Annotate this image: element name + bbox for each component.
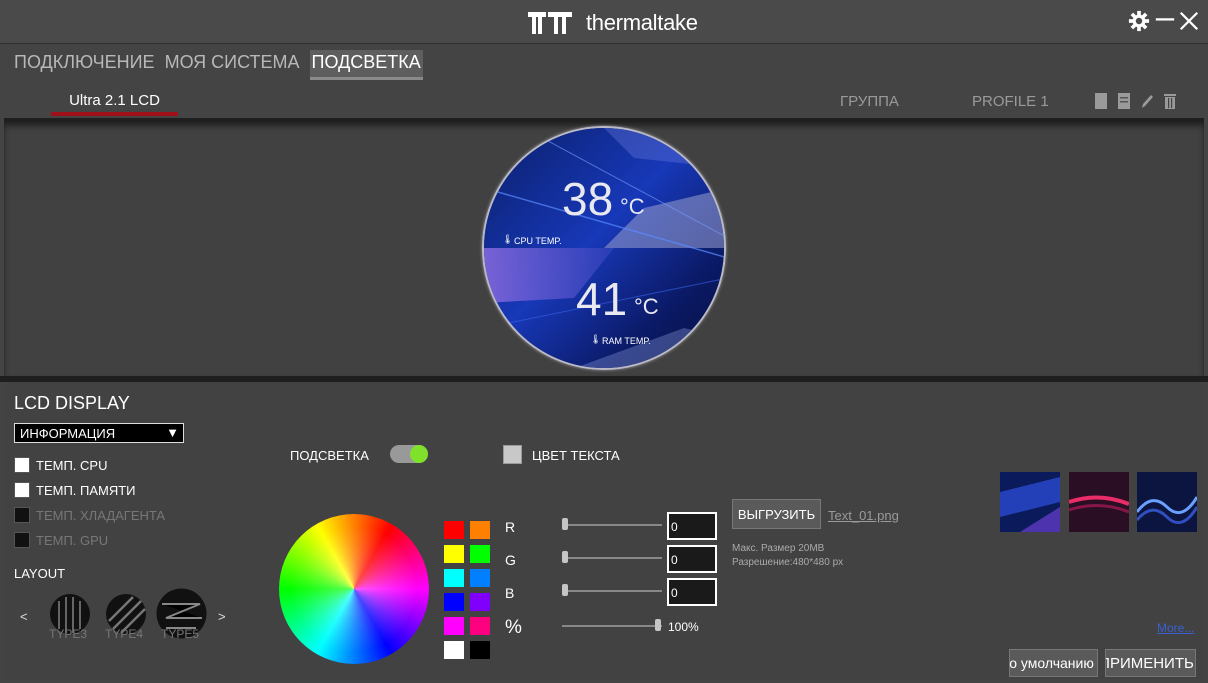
checkbox-label: ТЕМП. CPU (36, 457, 108, 473)
main-nav: ПОДКЛЮЧЕНИЕ МОЯ СИСТЕМА ПОДСВЕТКА (14, 50, 423, 80)
backlight-label: ПОДСВЕТКА (290, 448, 369, 463)
cpu-temp-unit: °C (620, 194, 645, 219)
r-slider-track[interactable] (562, 524, 662, 526)
g-value-input[interactable]: 0 (667, 545, 717, 573)
layout-type5-label: TYPE5 (161, 627, 200, 641)
color-wheel[interactable] (279, 514, 429, 664)
load-icon[interactable] (1117, 92, 1131, 110)
tab-lighting[interactable]: ПОДСВЕТКА (309, 50, 423, 80)
ram-temp-value: 41 (576, 273, 628, 325)
lcd-preview-area: 38 °C 🌡 CPU TEMP. 41 °C 🌡 RAM TEMP. (4, 118, 1204, 376)
app-window: thermaltake ПОДКЛЮЧЕНИЕ МОЯ СИСТЕМА ПОДС… (0, 0, 1208, 683)
swatch-azure[interactable] (470, 569, 490, 587)
uploaded-file-link[interactable]: Text_01.png (828, 508, 899, 523)
device-bar: Ultra 2.1 LCD ГРУППА PROFILE 1 (0, 86, 1208, 116)
dropdown-arrow-icon: ▼ (166, 425, 179, 440)
g-label: G (505, 552, 516, 568)
layout-type3-label: TYPE3 (49, 627, 88, 641)
swatch-magenta[interactable] (444, 617, 464, 635)
r-value-input[interactable]: 0 (667, 512, 717, 540)
checkbox-label: ТЕМП. GPU (36, 532, 109, 548)
checkbox-label: ТЕМП. ХЛАДАГЕНТА (36, 507, 166, 523)
b-label: B (505, 585, 515, 601)
background-thumbnail-red[interactable] (1069, 472, 1129, 532)
resolution-note: Разрешение:480*480 px (732, 557, 844, 568)
group-button[interactable]: ГРУППА (840, 93, 899, 110)
max-size-note: Макс. Размер 20MB (732, 543, 825, 554)
swatch-black[interactable] (470, 641, 490, 659)
r-label: R (505, 519, 516, 535)
checkbox-box[interactable] (14, 532, 30, 548)
swatch-cyan[interactable] (444, 569, 464, 587)
cpu-temp-value: 38 (562, 173, 614, 225)
backlight-toggle[interactable] (390, 445, 428, 463)
checkbox-coolant-temp[interactable]: ТЕМП. ХЛАДАГЕНТА (14, 507, 165, 523)
close-icon[interactable] (1178, 10, 1200, 32)
lcd-background-image (484, 128, 724, 368)
b-slider-track[interactable] (562, 590, 662, 592)
swatch-green[interactable] (470, 545, 490, 563)
title-bar: thermaltake (0, 0, 1208, 44)
swatch-yellow[interactable] (444, 545, 464, 563)
checkbox-label: ТЕМП. ПАМЯТИ (36, 482, 136, 498)
gear-icon[interactable] (1128, 10, 1150, 32)
checkbox-gpu-temp[interactable]: ТЕМП. GPU (14, 532, 108, 548)
lcd-display-heading: LCD DISPLAY (14, 393, 130, 413)
brightness-slider-track[interactable] (562, 625, 662, 627)
text-color-swatch[interactable] (503, 445, 522, 464)
edit-icon[interactable] (1140, 92, 1154, 110)
layout-next-button[interactable]: > (218, 609, 226, 624)
toggle-knob (410, 445, 428, 463)
swatch-blue[interactable] (444, 593, 464, 611)
brand-name: thermaltake (586, 10, 698, 35)
save-icon[interactable] (1094, 92, 1108, 110)
layout-prev-button[interactable]: < (20, 609, 28, 624)
tab-connection[interactable]: ПОДКЛЮЧЕНИЕ (14, 50, 155, 80)
apply-button[interactable]: ПРИМЕНИТЬ (1105, 649, 1196, 677)
brightness-value: 100% (668, 620, 699, 634)
background-thumbnail-blue[interactable] (1000, 472, 1060, 532)
swatch-red[interactable] (444, 521, 464, 539)
mode-select[interactable]: ИНФОРМАЦИЯ ▼ (14, 423, 184, 443)
minimize-icon[interactable] (1154, 10, 1176, 32)
r-slider-thumb[interactable] (562, 518, 568, 530)
thermaltake-logo-icon (528, 12, 574, 34)
tab-my-system[interactable]: МОЯ СИСТЕМА (165, 50, 300, 80)
more-backgrounds-link[interactable]: More... (1157, 621, 1194, 635)
checkbox-box[interactable] (14, 482, 30, 498)
g-slider-track[interactable] (562, 557, 662, 559)
brightness-label: % (505, 617, 522, 638)
brightness-slider-thumb[interactable] (655, 619, 661, 631)
layout-type4-label: TYPE4 (105, 627, 144, 641)
text-color-label: ЦВЕТ ТЕКСТА (532, 448, 620, 463)
mode-select-value: ИНФОРМАЦИЯ (20, 426, 116, 441)
ram-temp-unit: °C (634, 294, 659, 319)
b-value-input[interactable]: 0 (667, 578, 717, 606)
checkbox-box[interactable] (14, 457, 30, 473)
brand-logo: thermaltake (528, 10, 698, 36)
lcd-preview: 38 °C 🌡 CPU TEMP. 41 °C 🌡 RAM TEMP. (482, 126, 726, 370)
upload-button[interactable]: ВЫГРУЗИТЬ (732, 499, 821, 529)
swatch-white[interactable] (444, 641, 464, 659)
background-thumbnail-wave[interactable] (1137, 472, 1197, 532)
swatch-pink[interactable] (470, 617, 490, 635)
layout-label: LAYOUT (14, 566, 66, 581)
cpu-temp-label: CPU TEMP. (514, 236, 562, 246)
swatch-violet[interactable] (470, 593, 490, 611)
thermometer-icon: 🌡 (590, 334, 602, 344)
checkbox-cpu-temp[interactable]: ТЕМП. CPU (14, 457, 107, 473)
ram-temp-label: RAM TEMP. (602, 336, 651, 346)
g-slider-thumb[interactable] (562, 551, 568, 563)
profile-selector[interactable]: PROFILE 1 (972, 93, 1049, 110)
thermometer-icon: 🌡 (502, 234, 514, 244)
delete-icon[interactable] (1163, 92, 1177, 110)
default-button[interactable]: По умолчанию (1009, 649, 1098, 677)
checkbox-memory-temp[interactable]: ТЕМП. ПАМЯТИ (14, 482, 136, 498)
b-slider-thumb[interactable] (562, 584, 568, 596)
swatch-orange[interactable] (470, 521, 490, 539)
checkbox-box[interactable] (14, 507, 30, 523)
device-tab[interactable]: Ultra 2.1 LCD (51, 86, 178, 116)
